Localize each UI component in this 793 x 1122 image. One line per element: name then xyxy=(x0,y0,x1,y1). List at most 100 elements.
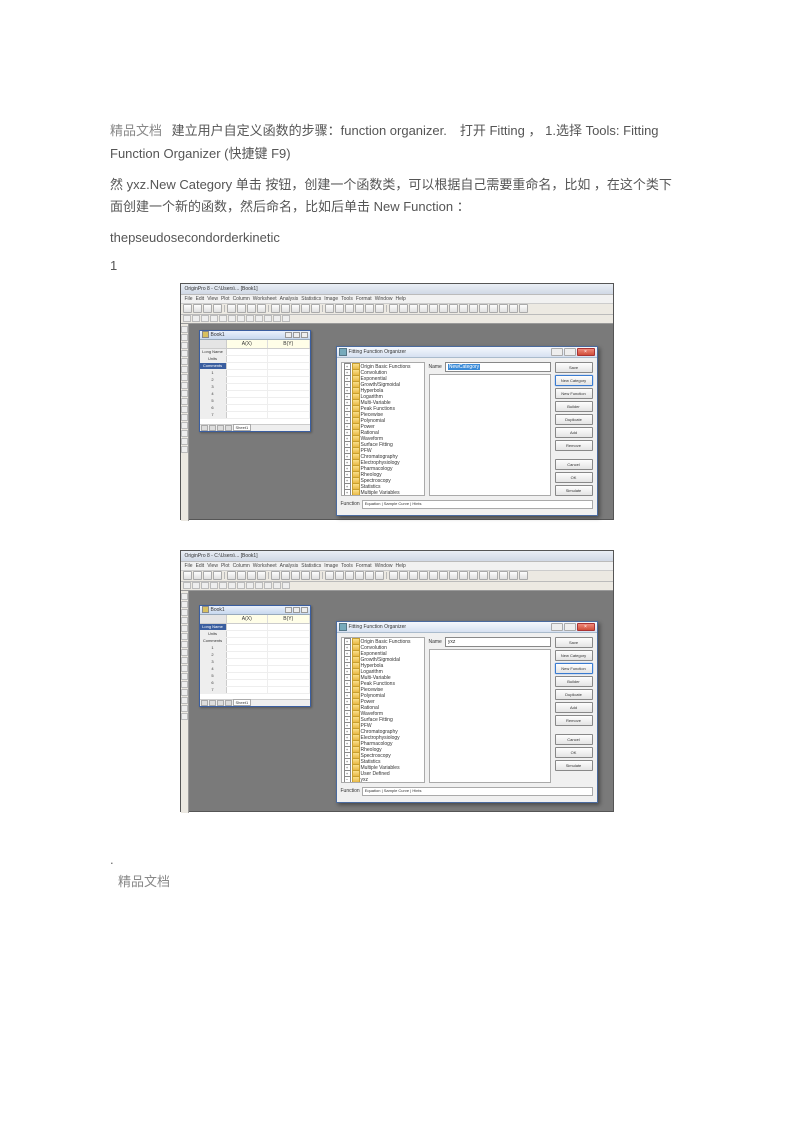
toolbar-button[interactable] xyxy=(192,315,200,322)
toolbar-button[interactable] xyxy=(228,582,236,589)
menu-column[interactable]: Column xyxy=(233,562,250,570)
menu-plot[interactable]: Plot xyxy=(221,562,230,570)
toolbar-button[interactable] xyxy=(247,304,256,313)
sheet-nav-first-icon[interactable] xyxy=(201,425,208,431)
vtool-button[interactable] xyxy=(181,609,188,616)
toolbar-button[interactable] xyxy=(301,304,310,313)
toolbar-button[interactable] xyxy=(325,304,334,313)
toolbar-button[interactable] xyxy=(399,304,408,313)
toolbar-button[interactable] xyxy=(271,571,280,580)
vtool-button[interactable] xyxy=(181,366,188,373)
menu-image[interactable]: Image xyxy=(324,562,338,570)
toolbar-button[interactable] xyxy=(228,315,236,322)
minimize-icon[interactable] xyxy=(285,332,292,338)
toolbar-button[interactable] xyxy=(399,571,408,580)
menu-format[interactable]: Format xyxy=(356,562,372,570)
toolbar-button[interactable] xyxy=(439,571,448,580)
cancel-button[interactable]: Cancel xyxy=(555,734,593,745)
vtool-button[interactable] xyxy=(181,398,188,405)
duplicate-button[interactable]: Duplicate xyxy=(555,689,593,700)
vtool-button[interactable] xyxy=(181,350,188,357)
toolbar-button[interactable] xyxy=(213,571,222,580)
vtool-button[interactable] xyxy=(181,673,188,680)
toolbar-button[interactable] xyxy=(257,304,266,313)
expand-icon[interactable]: − xyxy=(344,776,351,783)
toolbar-button[interactable] xyxy=(264,315,272,322)
toolbar-button[interactable] xyxy=(227,571,236,580)
toolbar-button[interactable] xyxy=(219,582,227,589)
simulate-button[interactable]: Simulate xyxy=(555,760,593,771)
toolbar-button[interactable] xyxy=(183,315,191,322)
menu-help[interactable]: Help xyxy=(395,562,405,570)
vtool-button[interactable] xyxy=(181,358,188,365)
close-icon[interactable]: × xyxy=(577,348,595,356)
toolbar-button[interactable] xyxy=(449,304,458,313)
toolbar-button[interactable] xyxy=(291,304,300,313)
minimize-icon[interactable] xyxy=(551,623,563,631)
menu-edit[interactable]: Edit xyxy=(196,562,205,570)
menu-window[interactable]: Window xyxy=(375,562,393,570)
toolbar-button[interactable] xyxy=(210,315,218,322)
vtool-button[interactable] xyxy=(181,342,188,349)
sheet-nav-next-icon[interactable] xyxy=(217,700,224,706)
toolbar-button[interactable] xyxy=(489,304,498,313)
toolbar-button[interactable] xyxy=(183,582,191,589)
workbook-window[interactable]: Book1 A(X) B(Y) Long Name xyxy=(199,605,311,707)
toolbar-button[interactable] xyxy=(273,582,281,589)
sheet-tab[interactable]: Sheet1 xyxy=(233,699,252,706)
save-button[interactable]: Save xyxy=(555,637,593,648)
close-icon[interactable] xyxy=(301,332,308,338)
vtool-button[interactable] xyxy=(181,641,188,648)
toolbar-button[interactable] xyxy=(301,571,310,580)
menu-format[interactable]: Format xyxy=(356,295,372,303)
dialog-titlebar[interactable]: Fitting Function Organizer × xyxy=(337,622,597,633)
expand-icon[interactable]: + xyxy=(344,489,351,496)
vtool-button[interactable] xyxy=(181,625,188,632)
vtool-button[interactable] xyxy=(181,326,188,333)
toolbar-button[interactable] xyxy=(237,315,245,322)
toolbar-button[interactable] xyxy=(469,304,478,313)
menu-column[interactable]: Column xyxy=(233,295,250,303)
toolbar-button[interactable] xyxy=(255,582,263,589)
maximize-icon[interactable] xyxy=(293,332,300,338)
toolbar-button[interactable] xyxy=(264,582,272,589)
sheet-nav-next-icon[interactable] xyxy=(217,425,224,431)
vtool-button[interactable] xyxy=(181,601,188,608)
vtool-button[interactable] xyxy=(181,593,188,600)
toolbar-button[interactable] xyxy=(193,571,202,580)
menu-plot[interactable]: Plot xyxy=(221,295,230,303)
toolbar-button[interactable] xyxy=(227,304,236,313)
workbook-titlebar[interactable]: Book1 xyxy=(200,606,310,615)
toolbar-button[interactable] xyxy=(419,571,428,580)
toolbar-button[interactable] xyxy=(335,304,344,313)
menu-file[interactable]: File xyxy=(185,562,193,570)
toolbar-button[interactable] xyxy=(365,571,374,580)
builder-button[interactable]: Builder xyxy=(555,401,593,412)
vtool-button[interactable] xyxy=(181,374,188,381)
menu-image[interactable]: Image xyxy=(324,295,338,303)
toolbar-button[interactable] xyxy=(375,304,384,313)
menu-worksheet[interactable]: Worksheet xyxy=(253,295,277,303)
ok-button[interactable]: OK xyxy=(555,747,593,758)
toolbar-button[interactable] xyxy=(335,571,344,580)
vtool-button[interactable] xyxy=(181,390,188,397)
vtool-button[interactable] xyxy=(181,633,188,640)
simulate-button[interactable]: Simulate xyxy=(555,485,593,496)
toolbar-button[interactable] xyxy=(325,571,334,580)
remove-button[interactable]: Remove xyxy=(555,715,593,726)
menu-view[interactable]: View xyxy=(207,295,218,303)
category-tree[interactable]: +Origin Basic Functions +Convolution +Ex… xyxy=(341,637,425,783)
vtool-button[interactable] xyxy=(181,689,188,696)
function-tabs[interactable]: Equation | Sample Curve | Hints xyxy=(362,500,593,509)
new-function-button[interactable]: New Function xyxy=(555,663,593,674)
toolbar-button[interactable] xyxy=(255,315,263,322)
toolbar-button[interactable] xyxy=(213,304,222,313)
new-category-button[interactable]: New Category xyxy=(555,375,593,386)
col-a-header[interactable]: A(X) xyxy=(227,615,269,623)
workbook-titlebar[interactable]: Book1 xyxy=(200,331,310,340)
new-category-button[interactable]: New Category xyxy=(555,650,593,661)
vtool-button[interactable] xyxy=(181,713,188,720)
toolbar-button[interactable] xyxy=(345,571,354,580)
menu-worksheet[interactable]: Worksheet xyxy=(253,562,277,570)
menu-view[interactable]: View xyxy=(207,562,218,570)
